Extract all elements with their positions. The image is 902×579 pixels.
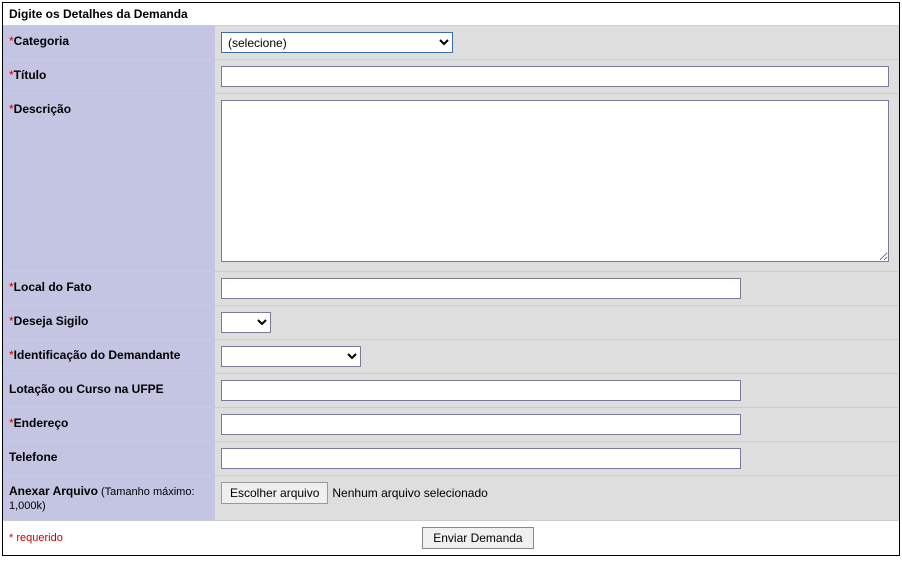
cell-anexar: Escolher arquivo Nenhum arquivo seleciona… [215,476,899,520]
titulo-input[interactable] [221,66,889,87]
local-input[interactable] [221,278,741,299]
file-status-text: Nenhum arquivo selecionado [332,486,487,500]
lotacao-input[interactable] [221,380,741,401]
label-text: Endereço [14,416,69,430]
label-text: Telefone [9,450,57,464]
cell-titulo [215,60,899,93]
label-text: Título [14,68,47,82]
cell-local [215,272,899,305]
label-descricao: *Descrição [3,94,215,271]
label-text: Descrição [14,102,71,116]
cell-identificacao [215,340,899,373]
cell-telefone [215,442,899,475]
footer-center: Enviar Demanda [63,527,893,549]
sigilo-select[interactable] [221,312,271,333]
submit-button[interactable]: Enviar Demanda [422,527,533,549]
label-local: *Local do Fato [3,272,215,305]
label-text: Anexar Arquivo [9,484,98,498]
row-telefone: Telefone [3,442,899,476]
row-descricao: *Descrição [3,94,899,272]
label-identificacao: *Identificação do Demandante [3,340,215,373]
label-text: Local do Fato [14,280,92,294]
label-sigilo: *Deseja Sigilo [3,306,215,339]
cell-lotacao [215,374,899,407]
row-sigilo: *Deseja Sigilo [3,306,899,340]
row-titulo: *Título [3,60,899,94]
row-identificacao: *Identificação do Demandante [3,340,899,374]
row-local: *Local do Fato [3,272,899,306]
label-text: Identificação do Demandante [14,348,181,362]
label-categoria: *Categoria [3,26,215,59]
form-header: Digite os Detalhes da Demanda [3,3,899,26]
cell-sigilo [215,306,899,339]
label-telefone: Telefone [3,442,215,475]
label-endereco: *Endereço [3,408,215,441]
descricao-textarea[interactable] [221,100,889,262]
label-text: Lotação ou Curso na UFPE [9,382,164,396]
endereco-input[interactable] [221,414,741,435]
file-choose-button[interactable]: Escolher arquivo [221,482,328,504]
row-lotacao: Lotação ou Curso na UFPE [3,374,899,408]
footer-row: * requerido Enviar Demanda [3,521,899,555]
label-titulo: *Título [3,60,215,93]
row-categoria: *Categoria (selecione) [3,26,899,60]
form-container: Digite os Detalhes da Demanda *Categoria… [2,2,900,556]
cell-categoria: (selecione) [215,26,899,59]
row-anexar: Anexar Arquivo (Tamanho máximo: 1,000k) … [3,476,899,521]
categoria-select[interactable]: (selecione) [221,32,453,53]
cell-descricao [215,94,899,271]
label-anexar: Anexar Arquivo (Tamanho máximo: 1,000k) [3,476,215,520]
cell-endereco [215,408,899,441]
telefone-input[interactable] [221,448,741,469]
required-note: * requerido [9,532,63,544]
label-text: Deseja Sigilo [14,314,89,328]
label-lotacao: Lotação ou Curso na UFPE [3,374,215,407]
label-text: Categoria [14,34,69,48]
identificacao-select[interactable] [221,346,361,367]
row-endereco: *Endereço [3,408,899,442]
